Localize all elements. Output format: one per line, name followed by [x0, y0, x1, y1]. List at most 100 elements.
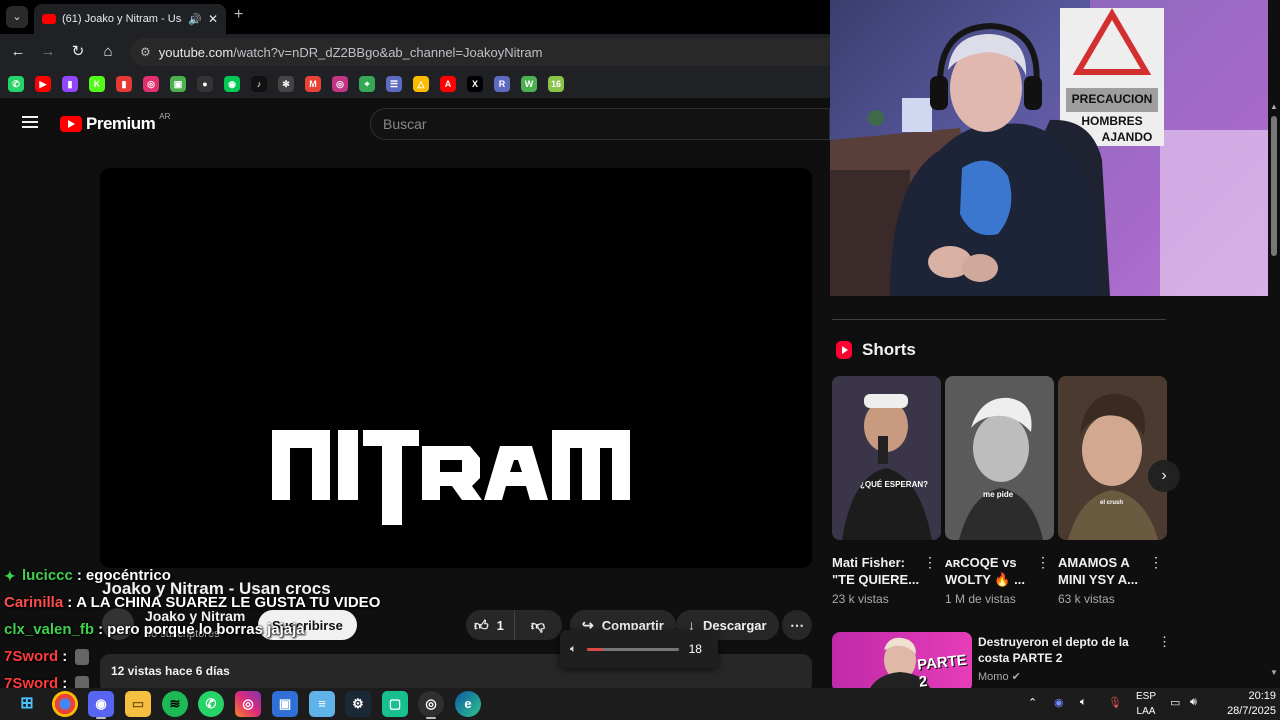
instagram-bookmark-icon[interactable]: ◎ [143, 76, 159, 92]
short-thumbnail[interactable]: me pide [945, 376, 1054, 540]
short-thumbnail[interactable]: ¿QUÉ ESPERAN? [832, 376, 941, 540]
volume-tray-icon[interactable]: 🔊︎ [1190, 696, 1197, 709]
image-tool-bookmark-icon[interactable]: ▣ [170, 76, 186, 92]
more-actions-button[interactable]: ⋯ [782, 610, 812, 640]
w-tool-bookmark-icon[interactable]: W [521, 76, 537, 92]
tray-audio-icon[interactable]: 🔈︎ [1080, 696, 1087, 709]
chat-separator: : [76, 567, 82, 584]
address-bar[interactable]: ⚙ youtube.com/watch?v=nDR_dZ2BBgo&ab_cha… [130, 38, 830, 66]
x-bookmark-icon[interactable]: X [467, 76, 483, 92]
short-more-icon[interactable]: ⋮ [1149, 554, 1163, 571]
github-bookmark-icon[interactable]: ● [197, 76, 213, 92]
scroll-up-arrow-icon[interactable]: ▲ [1270, 102, 1278, 111]
verified-icon: ✔ [1011, 671, 1021, 683]
tab-audio-icon[interactable]: 🔊 [188, 13, 202, 26]
chrome-icon[interactable] [52, 691, 78, 717]
instagram-icon[interactable]: ◎ [235, 691, 261, 717]
kick-bookmark-icon[interactable]: K [89, 76, 105, 92]
instagram-2-bookmark-icon[interactable]: ◎ [332, 76, 348, 92]
recommended-video[interactable]: PARTE 2 Destruyeron el depto de la costa… [832, 632, 1171, 692]
page-scrollbar[interactable]: ▲ ▼ [1268, 98, 1280, 688]
scroll-down-arrow-icon[interactable]: ▼ [1270, 668, 1278, 677]
whatsapp-bookmark-icon[interactable]: ✆ [8, 76, 24, 92]
chat-emote-icon [75, 648, 90, 665]
short-more-icon[interactable]: ⋮ [923, 554, 937, 571]
url-path: /watch?v=nDR_dZ2BBgo&ab_channel=JoakoyNi… [233, 44, 543, 60]
volume-slider[interactable] [586, 647, 679, 651]
chatgpt-bookmark-icon[interactable]: ✻ [278, 76, 294, 92]
home-icon[interactable]: ⌂ [98, 42, 118, 62]
short-caption: ¿QUÉ ESPERAN? [860, 480, 929, 489]
browser-tabstrip: ⌄ (61) Joako y Nitram - Usan 🔊 ✕ + [0, 0, 830, 34]
scrollbar-thumb[interactable] [1271, 116, 1277, 256]
chat-message: 7Sword: [4, 643, 424, 670]
shorts-heading: Shorts [862, 340, 916, 359]
recommended-thumbnail[interactable]: PARTE 2 [832, 632, 972, 692]
edge-icon[interactable]: e [455, 691, 481, 717]
whatsapp-icon[interactable]: ✆ [198, 691, 224, 717]
system-clock[interactable]: 20:19 28/7/2025 [1212, 688, 1276, 719]
spotify-icon[interactable]: ≋ [162, 691, 188, 717]
maps-bookmark-icon[interactable]: ⌖ [359, 76, 375, 92]
chat-username: clx_valen_fb [4, 621, 95, 638]
obs-icon[interactable]: ◎ [418, 691, 444, 717]
browser-navbar: ← → ↻ ⌂ ⚙ youtube.com/watch?v=nDR_dZ2BBg… [0, 34, 830, 70]
chat-text: A LA CHINA SUAREZ LE GUSTA TU VIDEO [76, 594, 381, 611]
tray-overflow-icon[interactable]: ⌃ [1028, 696, 1037, 709]
hamburger-menu-icon[interactable] [22, 116, 38, 128]
short-card[interactable]: ¿QUÉ ESPERAN? Mati Fisher: "TE QUIERE...… [832, 376, 941, 606]
lang-line2: LAA [1136, 706, 1156, 717]
notepad-icon[interactable]: ≡ [309, 691, 335, 717]
site-info-icon[interactable]: ⚙ [140, 45, 151, 59]
speaker-icon[interactable]: 🔈︎ [570, 643, 577, 656]
short-more-icon[interactable]: ⋮ [1036, 554, 1050, 571]
gmail-bookmark-icon[interactable]: M [305, 76, 321, 92]
video-player[interactable] [100, 168, 812, 568]
youtube-bookmark-icon[interactable]: ▶ [35, 76, 51, 92]
input-language-indicator[interactable]: ESP LAA [1134, 688, 1158, 719]
remote-desktop-icon[interactable]: ▣ [272, 691, 298, 717]
recommended-more-icon[interactable]: ⋮ [1158, 634, 1171, 650]
circle-tool-bookmark-icon[interactable]: ◉ [224, 76, 240, 92]
windows-start-icon[interactable]: ⊞ [14, 691, 40, 717]
short-card[interactable]: me pide ᴀʀCOQE vs WOLTY 🔥 ... 1 M de vis… [945, 376, 1054, 606]
discord-icon[interactable]: ◉ [88, 691, 114, 717]
game-app-icon[interactable]: ▢ [382, 691, 408, 717]
volume-flyout: 🔈︎ 18 [560, 630, 718, 668]
secondary-column: Shorts ¿QUÉ ESPERAN? Mati Fisher: "TE QU… [830, 296, 1268, 692]
back-arrow-icon[interactable]: ← [8, 42, 28, 62]
adobe-bookmark-icon[interactable]: A [440, 76, 456, 92]
tab-close-icon[interactable]: ✕ [208, 12, 218, 26]
short-title: Mati Fisher: "TE QUIERE... [832, 555, 920, 587]
forward-arrow-icon[interactable]: → [38, 42, 58, 62]
bookmarks-bar: ✆ ▶ ▮ K ▮ ◎ ▣ ● ◉ ♪ ✻ M ◎ ⌖ ☰ △ A X R W 16 [0, 70, 830, 98]
short-card[interactable]: el crush AMAMOS A MINI YSY A... 63 k vis… [1058, 376, 1167, 606]
bookmark-red-bookmark-icon[interactable]: ▮ [116, 76, 132, 92]
file-explorer-icon[interactable]: ▭ [125, 691, 151, 717]
short-thumbnail[interactable]: el crush [1058, 376, 1167, 540]
tab-search-dropdown-icon[interactable]: ⌄ [6, 6, 28, 28]
new-tab-button[interactable]: + [234, 6, 243, 24]
youtube-premium-logo[interactable]: Premium AR [60, 112, 170, 134]
twitch-bookmark-icon[interactable]: ▮ [62, 76, 78, 92]
shorts-next-button[interactable]: › [1148, 460, 1180, 492]
browser-tab-active[interactable]: (61) Joako y Nitram - Usan 🔊 ✕ [34, 4, 226, 34]
nitram-logo-graphic [272, 430, 630, 525]
sixteen-bookmark-icon[interactable]: 16 [548, 76, 564, 92]
search-box[interactable] [370, 108, 830, 140]
webcam-scene [830, 0, 1268, 296]
dislike-button[interactable]: 👎︎ [523, 617, 553, 634]
windows-taskbar: ⊞ ◉ ▭ ≋ ✆ ◎ ▣ ≡ ⚙ ▢ ◎ e ⌃ ◉ 🔈︎ 🎙︎ ESP LA… [0, 688, 1280, 720]
reload-icon[interactable]: ↻ [68, 42, 88, 62]
tray-app-icon[interactable]: ◉ [1054, 696, 1064, 709]
short-thumbnail-image [832, 376, 941, 540]
drive-bookmark-icon[interactable]: △ [413, 76, 429, 92]
search-input[interactable] [383, 116, 829, 132]
like-button[interactable]: 👍︎ 1 [466, 610, 515, 640]
list-tool-bookmark-icon[interactable]: ☰ [386, 76, 402, 92]
steam-icon[interactable]: ⚙ [345, 691, 371, 717]
r-tool-bookmark-icon[interactable]: R [494, 76, 510, 92]
tray-mic-icon[interactable]: 🎙︎ [1108, 696, 1122, 709]
tiktok-bookmark-icon[interactable]: ♪ [251, 76, 267, 92]
network-icon[interactable]: ▭ [1170, 696, 1180, 709]
